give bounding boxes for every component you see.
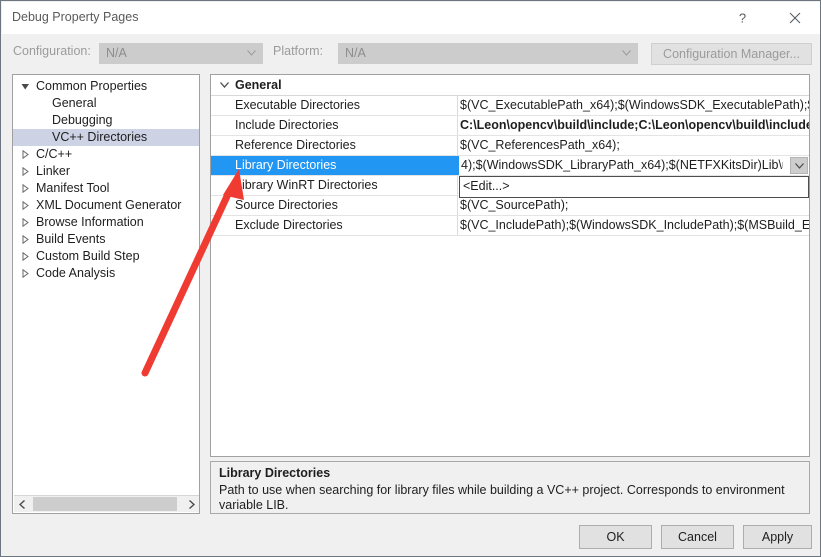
description-text: Path to use when searching for library f…	[219, 483, 785, 512]
triangle-right-icon[interactable]	[17, 146, 33, 163]
tree-item-general[interactable]: General	[13, 95, 199, 112]
settings-tree-panel: Common Properties General Debugging VC++ Di…	[12, 74, 200, 514]
column-divider	[457, 136, 458, 155]
property-row-reference-directories[interactable]: Reference Directories $(VC_ReferencesPath…	[211, 136, 809, 156]
description-title: Library Directories	[219, 466, 331, 480]
property-pages-dialog: Debug Property Pages ? Configuration: Pl…	[0, 0, 821, 557]
property-value: $(VC_ReferencesPath_x64);	[460, 138, 620, 152]
property-value: C:\Leon\opencv\build\include;C:\Leon\ope…	[460, 118, 809, 132]
property-name: Reference Directories	[235, 138, 356, 152]
column-divider	[457, 96, 458, 115]
tree-item-vc-directories[interactable]: VC++ Directories	[13, 129, 199, 146]
tree-item-label: Manifest Tool	[36, 181, 110, 195]
chevron-down-icon[interactable]	[790, 157, 808, 174]
property-name: Source Directories	[235, 198, 338, 212]
triangle-right-icon[interactable]	[17, 231, 33, 248]
triangle-right-icon[interactable]	[17, 214, 33, 231]
chevron-down-icon[interactable]	[216, 75, 232, 95]
apply-button[interactable]: Apply	[743, 525, 812, 549]
tree-horizontal-scrollbar[interactable]	[14, 495, 199, 512]
property-name: Library Directories	[235, 158, 337, 172]
property-rows: Executable Directories $(VC_ExecutablePat…	[211, 96, 809, 236]
cancel-button[interactable]: Cancel	[661, 525, 734, 549]
scroll-left-arrow[interactable]	[14, 496, 31, 512]
tree-item-linker[interactable]: Linker	[13, 163, 199, 180]
tree-item-custom-build-step[interactable]: Custom Build Step	[13, 248, 199, 265]
configuration-dropdown[interactable]: N/A	[99, 43, 263, 64]
column-divider	[457, 176, 458, 195]
tree-item-label: C/C++	[36, 147, 73, 161]
svg-text:?: ?	[739, 11, 746, 25]
tree-item-label: Custom Build Step	[36, 249, 140, 263]
triangle-right-icon[interactable]	[17, 248, 33, 265]
column-divider	[457, 196, 458, 215]
configuration-value: N/A	[106, 46, 127, 60]
tree-item-label: Code Analysis	[36, 266, 116, 280]
tree-item-manifest-tool[interactable]: Manifest Tool	[13, 180, 199, 197]
property-name: Include Directories	[235, 118, 339, 132]
triangle-right-icon[interactable]	[17, 163, 33, 180]
tree-item-code-analysis[interactable]: Code Analysis	[13, 265, 199, 282]
category-label: General	[235, 78, 282, 92]
category-row-general[interactable]: General	[211, 75, 809, 96]
column-divider	[457, 216, 458, 235]
property-value-editor[interactable]: 4);$(WindowsSDK_LibraryPath_x64);$(NETFX…	[458, 156, 809, 175]
help-button[interactable]: ?	[720, 2, 765, 33]
property-grid-panel: General Executable Directories $(VC_Execu…	[210, 74, 810, 457]
configuration-manager-button[interactable]: Configuration Manager...	[651, 43, 812, 65]
property-row-include-directories[interactable]: Include Directories C:\Leon\opencv\build\…	[211, 116, 809, 136]
chevron-down-icon	[622, 50, 631, 56]
property-value: $(VC_SourcePath);	[460, 198, 569, 212]
property-value: 4);$(WindowsSDK_LibraryPath_x64);$(NETFX…	[461, 158, 783, 172]
property-name: Exclude Directories	[235, 218, 343, 232]
question-mark-icon: ?	[739, 11, 746, 25]
chevron-left-icon	[19, 499, 25, 509]
property-name: Library WinRT Directories	[235, 178, 378, 192]
close-icon	[789, 12, 800, 23]
description-panel: Library Directories Path to use when sea…	[210, 461, 810, 514]
property-row-exclude-directories[interactable]: Exclude Directories $(VC_IncludePath);$(W…	[211, 216, 809, 236]
close-button[interactable]	[772, 2, 817, 33]
tree-item-label: Browse Information	[36, 215, 144, 229]
chevron-right-icon	[189, 499, 195, 509]
property-name: Executable Directories	[235, 98, 361, 112]
tree-item-xml-document-generator[interactable]: XML Document Generator	[13, 197, 199, 214]
scroll-thumb[interactable]	[33, 497, 177, 511]
property-row-executable-directories[interactable]: Executable Directories $(VC_ExecutablePat…	[211, 96, 809, 116]
scroll-right-arrow[interactable]	[183, 496, 199, 512]
platform-value: N/A	[345, 46, 366, 60]
tree-item-browse-information[interactable]: Browse Information	[13, 214, 199, 231]
column-divider	[457, 116, 458, 135]
triangle-right-icon[interactable]	[17, 265, 33, 282]
tree-item-label: XML Document Generator	[36, 198, 182, 212]
window-title: Debug Property Pages	[12, 10, 139, 24]
property-value: $(VC_ExecutablePath_x64);$(WindowsSDK_Ex…	[460, 98, 809, 112]
platform-label: Platform:	[273, 44, 324, 58]
tree-item-c-c[interactable]: C/C++	[13, 146, 199, 163]
settings-tree: Common Properties General Debugging VC++ Di…	[13, 78, 199, 282]
tree-item-label: Common Properties	[36, 79, 148, 93]
tree-item-debugging[interactable]: Debugging	[13, 112, 199, 129]
dropdown-item-edit[interactable]: <Edit...>	[463, 179, 510, 193]
configuration-label: Configuration:	[13, 44, 91, 58]
property-value: $(VC_IncludePath);$(WindowsSDK_IncludePa…	[460, 218, 809, 232]
title-bar: Debug Property Pages ?	[2, 2, 820, 34]
tree-item-build-events[interactable]: Build Events	[13, 231, 199, 248]
triangle-down-icon[interactable]	[17, 78, 33, 95]
property-row-source-directories[interactable]: Source Directories $(VC_SourcePath);	[211, 196, 809, 216]
tree-item-label: Linker	[36, 164, 71, 178]
platform-dropdown[interactable]: N/A	[338, 43, 638, 64]
ok-button[interactable]: OK	[579, 525, 652, 549]
property-row-library-directories[interactable]: Library Directories 4);$(WindowsSDK_Libra…	[211, 156, 809, 176]
library-directories-dropdown-popup[interactable]: <Edit...>	[459, 176, 809, 198]
chevron-down-icon	[247, 50, 256, 56]
triangle-right-icon[interactable]	[17, 180, 33, 197]
tree-item-label: Build Events	[36, 232, 106, 246]
triangle-right-icon[interactable]	[17, 197, 33, 214]
tree-item-common-properties[interactable]: Common Properties	[13, 78, 199, 95]
